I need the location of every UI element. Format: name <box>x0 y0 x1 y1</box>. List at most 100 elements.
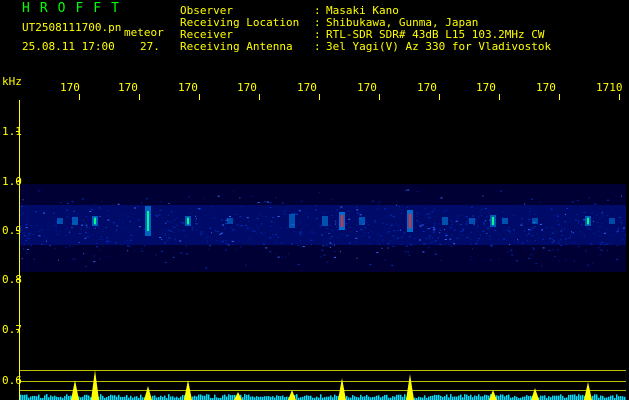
noise-pixel <box>269 202 272 204</box>
noise-pixel <box>130 234 133 236</box>
noise-pixel <box>281 242 283 244</box>
noise-pixel <box>529 211 531 213</box>
noise-pixel <box>36 225 39 227</box>
noise-pixel <box>490 214 492 215</box>
noise-pixel <box>26 252 28 254</box>
noise-pixel <box>489 219 491 221</box>
noise-pixel <box>504 238 506 240</box>
noise-pixel <box>71 201 74 203</box>
noise-pixel <box>195 223 196 224</box>
noise-pixel <box>266 201 269 203</box>
hist-base-bar <box>458 395 460 400</box>
hist-base-bar <box>596 394 598 400</box>
noise-pixel <box>621 220 623 222</box>
noise-pixel <box>520 222 523 224</box>
noise-pixel <box>551 232 554 234</box>
noise-pixel <box>502 211 504 213</box>
hist-base-bar <box>456 396 458 400</box>
noise-pixel <box>310 239 313 241</box>
noise-pixel <box>556 214 558 215</box>
noise-pixel <box>203 232 205 234</box>
noise-pixel <box>486 216 488 218</box>
noise-pixel <box>168 234 170 236</box>
noise-pixel <box>399 213 400 215</box>
noise-pixel <box>445 209 447 211</box>
noise-pixel <box>389 227 391 229</box>
noise-pixel <box>456 215 459 217</box>
hist-base-bar <box>582 394 584 400</box>
noise-pixel <box>418 222 420 223</box>
hist-base-bar <box>336 395 338 400</box>
noise-pixel <box>126 240 129 241</box>
noise-pixel <box>440 197 443 199</box>
noise-pixel <box>426 213 429 215</box>
noise-pixel <box>246 227 249 229</box>
noise-pixel <box>160 238 162 240</box>
noise-pixel <box>384 208 387 210</box>
noise-pixel <box>73 216 75 217</box>
noise-pixel <box>302 246 305 248</box>
noise-pixel <box>281 202 284 204</box>
noise-pixel <box>607 199 609 201</box>
noise-pixel <box>621 222 622 224</box>
noise-pixel <box>23 232 25 234</box>
noise-pixel <box>297 245 299 246</box>
noise-pixel <box>99 258 101 260</box>
noise-pixel <box>324 213 326 215</box>
noise-pixel <box>356 209 359 211</box>
noise-pixel <box>119 219 121 221</box>
hist-base-bar <box>440 395 442 400</box>
noise-pixel <box>593 233 595 235</box>
noise-pixel <box>463 228 464 230</box>
noise-pixel <box>168 203 170 204</box>
noise-pixel <box>29 245 32 246</box>
noise-pixel <box>95 226 96 228</box>
noise-pixel <box>366 221 368 223</box>
noise-pixel <box>329 246 331 248</box>
noise-pixel <box>453 240 455 242</box>
hist-base-bar <box>560 394 562 400</box>
hist-base-bar <box>268 395 270 400</box>
hist-base-bar <box>276 395 278 400</box>
noise-pixel <box>216 230 219 232</box>
hist-base-bar <box>20 394 22 400</box>
hist-base-bar <box>46 394 48 400</box>
noise-pixel <box>279 227 282 229</box>
noise-pixel <box>416 191 419 193</box>
noise-pixel <box>32 234 35 236</box>
noise-pixel <box>146 198 148 200</box>
noise-pixel <box>71 227 73 228</box>
noise-pixel <box>216 240 219 242</box>
noise-pixel <box>317 205 319 207</box>
noise-pixel <box>591 262 593 264</box>
noise-pixel <box>348 226 351 228</box>
noise-pixel <box>489 238 492 240</box>
noise-pixel <box>333 244 335 246</box>
noise-pixel <box>25 236 27 238</box>
noise-pixel <box>57 259 59 261</box>
noise-pixel <box>250 195 253 197</box>
noise-pixel <box>231 240 233 242</box>
noise-pixel <box>530 229 533 231</box>
noise-pixel <box>587 264 589 266</box>
noise-pixel <box>605 243 608 245</box>
noise-pixel <box>603 244 605 246</box>
noise-pixel <box>528 208 531 210</box>
hist-base-bar <box>444 396 446 400</box>
noise-pixel <box>174 219 176 221</box>
noise-pixel <box>481 209 483 210</box>
noise-pixel <box>599 254 601 256</box>
hist-base-bar <box>434 394 436 400</box>
noise-pixel <box>424 207 426 209</box>
noise-pixel <box>433 227 435 229</box>
noise-pixel <box>33 258 35 260</box>
hist-base-bar <box>366 394 368 400</box>
noise-pixel <box>127 227 129 229</box>
noise-pixel <box>159 237 162 238</box>
noise-pixel <box>590 228 592 230</box>
noise-pixel <box>534 240 536 241</box>
noise-pixel <box>583 211 586 213</box>
noise-pixel <box>449 238 452 240</box>
hist-base-bar <box>502 394 504 400</box>
hist-base-bar <box>114 395 116 400</box>
